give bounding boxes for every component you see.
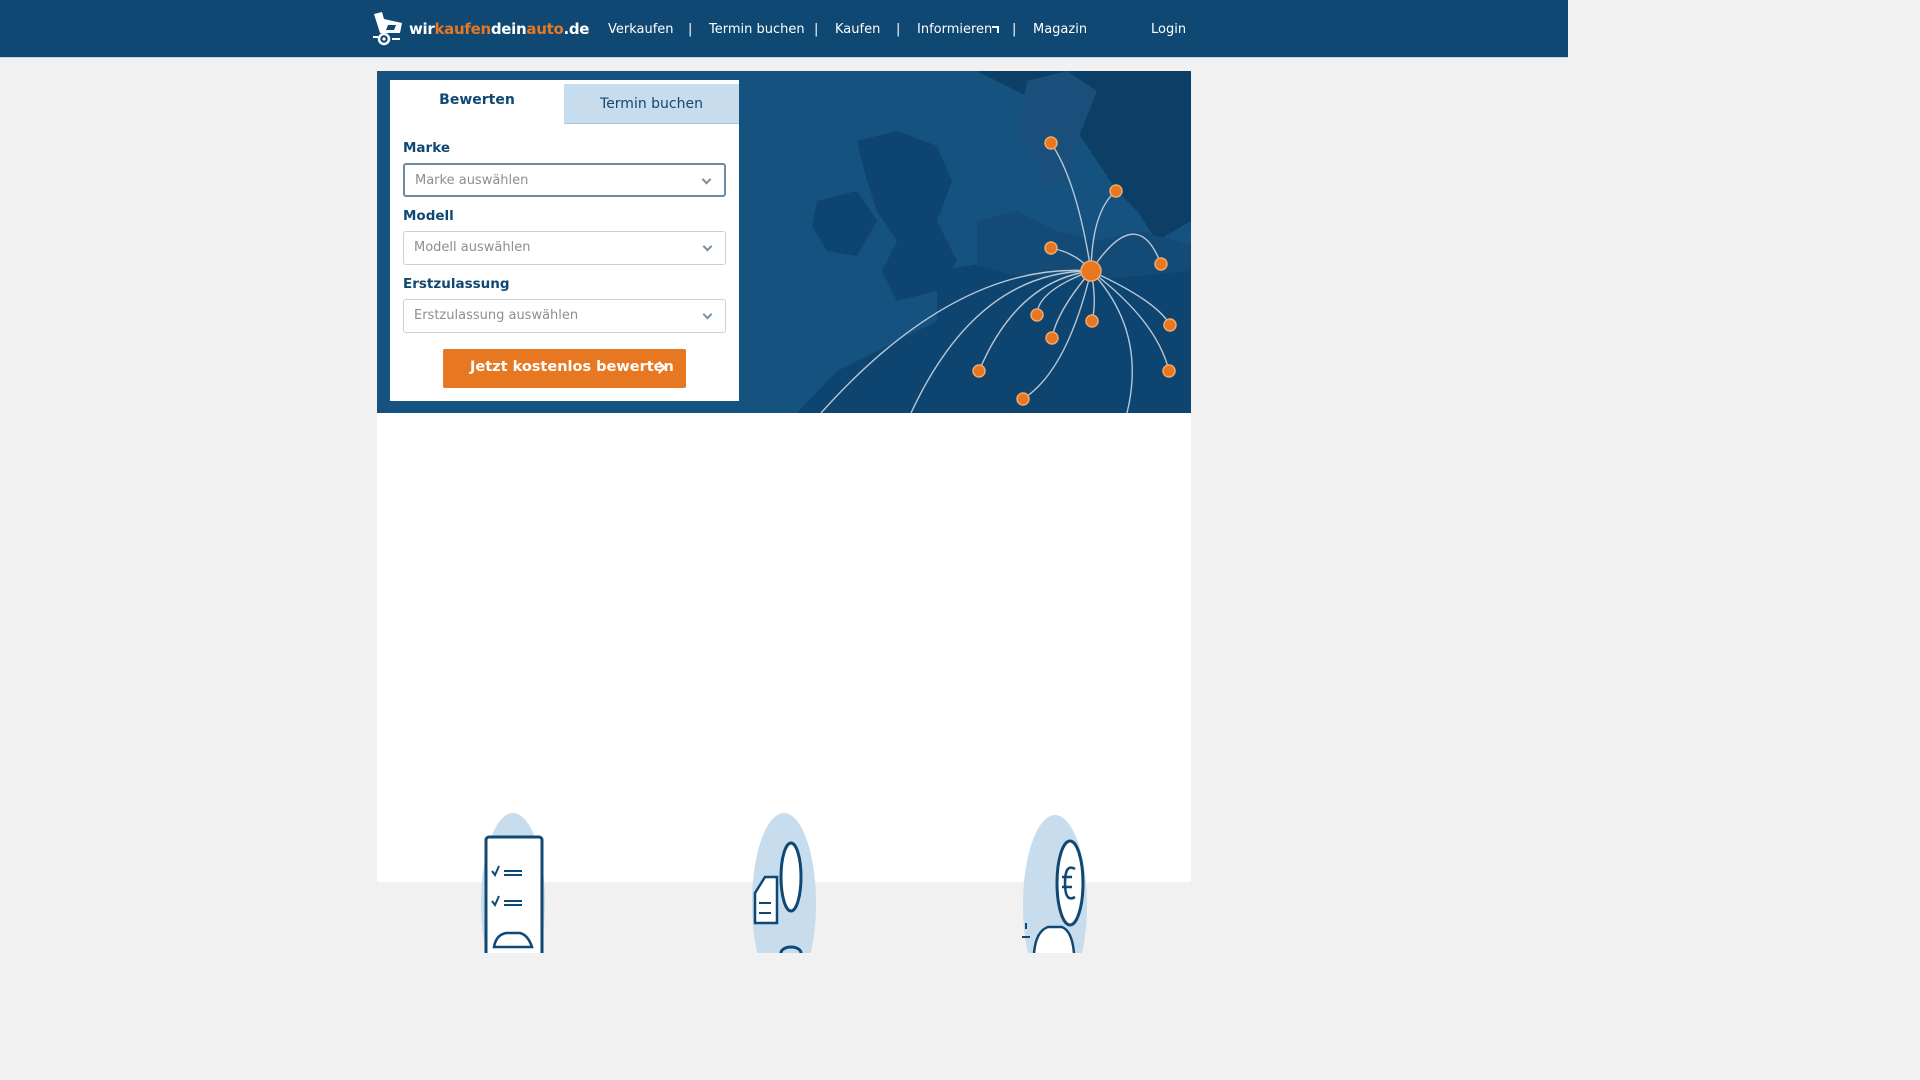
hero-banner: Bewerten Termin buchen Marke Marke auswä… <box>377 71 1191 413</box>
tab-bewerten[interactable]: Bewerten <box>390 80 564 124</box>
nav-termin-buchen[interactable]: Termin buchen <box>709 22 805 37</box>
nav-separator: | <box>814 22 819 37</box>
nav-separator: | <box>896 22 901 37</box>
car-inspection-icon <box>752 813 816 953</box>
modell-select[interactable]: Modell auswählen <box>403 231 726 265</box>
marke-select[interactable]: Marke auswählen <box>403 163 726 197</box>
logo-text-part: auto <box>526 20 564 38</box>
car-euro-coin-icon <box>1022 815 1087 953</box>
marke-label: Marke <box>403 140 450 156</box>
valuation-form-card: Bewerten Termin buchen Marke Marke auswä… <box>390 80 739 401</box>
logo-text-part: kaufen <box>434 20 492 38</box>
nav-verkaufen[interactable]: Verkaufen <box>608 22 674 37</box>
erstzulassung-label: Erstzulassung <box>403 276 510 292</box>
login-link[interactable]: Login <box>1151 22 1186 37</box>
nav-magazin[interactable]: Magazin <box>1033 22 1087 37</box>
checklist-car-icon <box>481 813 545 953</box>
logo-text-part: wir <box>409 20 435 38</box>
nav-separator: | <box>1012 22 1017 37</box>
modell-placeholder: Modell auswählen <box>414 240 531 255</box>
logo-text-part: dein <box>490 20 527 38</box>
external-link-icon <box>992 26 999 33</box>
car-trailer-logo-icon <box>373 12 402 46</box>
chevron-down-icon <box>702 309 713 320</box>
top-navigation-bar: wirkaufendeinauto.de Verkaufen | Termin … <box>0 0 1568 58</box>
evaluate-button-label: Jetzt kostenlos bewerten <box>470 359 674 375</box>
logo-text-part: .de <box>563 20 590 38</box>
erstzulassung-placeholder: Erstzulassung auswählen <box>414 308 579 323</box>
chevron-down-icon <box>702 241 713 252</box>
erstzulassung-select[interactable]: Erstzulassung auswählen <box>403 299 726 333</box>
modell-label: Modell <box>403 208 454 224</box>
nav-separator: | <box>688 22 693 37</box>
chevron-down-icon <box>701 174 712 185</box>
main-content: Bewerten Termin buchen Marke Marke auswä… <box>377 71 1191 953</box>
site-logo[interactable]: wirkaufendeinauto.de <box>372 10 589 48</box>
nav-kaufen[interactable]: Kaufen <box>835 22 880 37</box>
marke-placeholder: Marke auswählen <box>415 173 529 188</box>
logo-wordmark: wirkaufendeinauto.de <box>409 20 589 38</box>
tab-termin-buchen[interactable]: Termin buchen <box>564 84 739 124</box>
evaluate-button[interactable]: Jetzt kostenlos bewerten <box>443 349 686 388</box>
nav-informieren[interactable]: Informieren <box>917 22 992 37</box>
